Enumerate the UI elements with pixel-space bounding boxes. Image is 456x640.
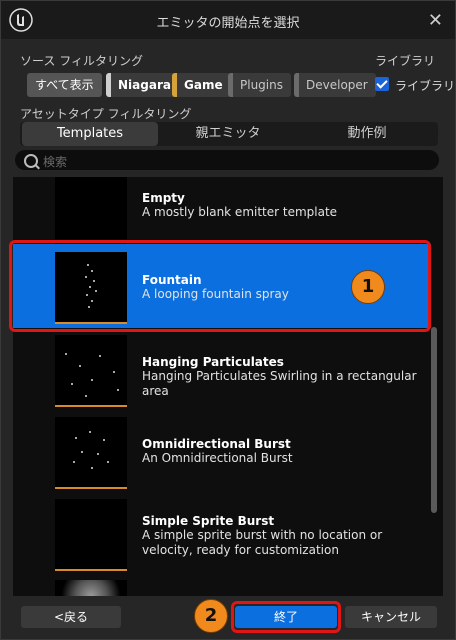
thumbnail — [55, 335, 127, 407]
template-name: Omnidirectional Burst — [142, 437, 291, 451]
chip-color-bar — [294, 73, 299, 97]
highlight-box — [231, 601, 341, 633]
dialog-title: エミッタの開始点を選択 — [156, 16, 300, 31]
list-item-simple-sprite-burst[interactable]: Simple Sprite Burst A simple sprite burs… — [13, 497, 431, 579]
thumbnail — [55, 417, 127, 489]
template-desc: A mostly blank emitter template — [142, 205, 338, 219]
particle — [65, 353, 67, 355]
tab-parent-emitters[interactable]: 親エミッタ — [160, 122, 296, 146]
particle — [71, 383, 73, 385]
particle — [117, 389, 119, 391]
search-input[interactable]: 検索 — [15, 150, 439, 170]
chip-plugins[interactable]: Plugins — [228, 73, 291, 97]
particle — [91, 379, 93, 381]
step-marker-2: 2 — [194, 599, 228, 633]
particle — [97, 453, 99, 455]
chip-label: すべて表示 — [35, 78, 94, 92]
chip-show-all[interactable]: すべて表示 — [27, 73, 102, 97]
particle — [99, 355, 101, 357]
chip-color-bar — [106, 73, 111, 97]
particle — [75, 437, 77, 439]
chip-niagara[interactable]: Niagara — [106, 73, 179, 97]
cancel-button[interactable]: キャンセル — [345, 606, 437, 628]
dialog-window: エミッタの開始点を選択 ✕ ソース フィルタリング ライブラリ すべて表示 Ni… — [0, 0, 456, 640]
particle — [107, 461, 109, 463]
library-label: ライブラリ — [375, 54, 436, 68]
template-desc: Hanging Particulates Swirling in a recta… — [142, 369, 417, 398]
thumbnail — [55, 499, 127, 571]
search-icon — [24, 154, 38, 168]
chip-color-bar — [228, 73, 233, 97]
chip-label: Plugins — [240, 78, 283, 92]
list-item-hanging-particulates[interactable]: Hanging Particulates Hanging Particulate… — [13, 333, 431, 415]
thumbnail-bar — [55, 487, 127, 489]
particle — [81, 451, 83, 453]
back-button[interactable]: <戻る — [21, 606, 121, 628]
tab-templates[interactable]: Templates — [22, 122, 158, 146]
particle — [73, 461, 75, 463]
source-filter-label: ソース フィルタリング — [20, 54, 143, 68]
particle — [103, 439, 105, 441]
asset-type-tabs: Templates 親エミッタ 動作例 — [20, 122, 438, 146]
particle — [89, 431, 91, 433]
particle — [113, 371, 115, 373]
chip-label: Game — [184, 78, 223, 92]
template-desc: An Omnidirectional Burst — [142, 451, 293, 465]
template-name: Empty — [142, 191, 185, 205]
library-checkbox[interactable] — [375, 77, 389, 91]
tab-behavior-examples[interactable]: 動作例 — [298, 122, 436, 146]
thumbnail-bar — [55, 405, 127, 407]
thumbnail — [55, 177, 127, 245]
chip-label: Developer — [306, 78, 368, 92]
template-desc: A simple sprite burst with no location o… — [142, 528, 383, 557]
particle — [91, 467, 93, 469]
template-name: Hanging Particulates — [142, 355, 284, 369]
search-placeholder: 検索 — [43, 155, 68, 169]
particle — [85, 395, 87, 397]
chip-color-bar — [172, 73, 177, 97]
close-icon[interactable]: ✕ — [428, 10, 443, 31]
chip-game[interactable]: Game — [172, 73, 231, 97]
thumbnail-bar — [55, 569, 127, 571]
library-checkbox-label: ライブラリの — [395, 79, 456, 93]
asset-filter-label: アセットタイプ フィルタリング — [20, 107, 192, 121]
template-name: Simple Sprite Burst — [142, 514, 275, 528]
list-scrollbar[interactable] — [431, 327, 437, 513]
list-item-omnidirectional-burst[interactable]: Omnidirectional Burst An Omnidirectional… — [13, 415, 431, 497]
particle — [79, 365, 81, 367]
step-marker-1: 1 — [351, 270, 385, 304]
thumbnail — [55, 580, 127, 596]
chip-label: Niagara — [118, 78, 171, 92]
title-bar: エミッタの開始点を選択 ✕ — [1, 1, 455, 39]
chip-developer[interactable]: Developer — [294, 73, 376, 97]
